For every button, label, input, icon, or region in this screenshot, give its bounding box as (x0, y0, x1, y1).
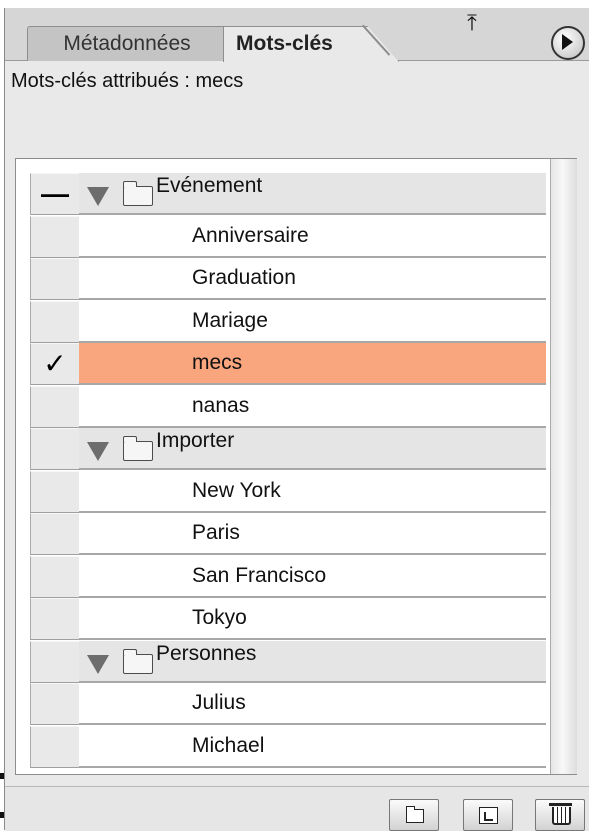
keywords-panel: Métadonnées Mots-clés ⤒ Mots-clés attrib… (4, 8, 589, 831)
keyword-group-row[interactable]: Importer (16, 428, 546, 470)
keyword-checkbox[interactable] (30, 385, 79, 428)
keyword-label: Julius (192, 691, 246, 714)
keyword-label-cell[interactable]: Personnes (79, 640, 546, 683)
keyword-label-cell[interactable]: Paris (79, 513, 546, 555)
keyword-checkbox[interactable] (30, 300, 79, 343)
new-keyword-button[interactable] (463, 799, 513, 831)
keyword-checkbox[interactable] (30, 215, 79, 258)
keyword-row[interactable]: Graduation (16, 258, 546, 300)
empty-check (31, 387, 79, 427)
keyword-label-cell[interactable]: San Francisco (79, 555, 546, 598)
disclosure-triangle-icon[interactable] (87, 654, 109, 674)
keyword-row[interactable]: San Francisco (16, 555, 546, 598)
keyword-label: nanas (192, 393, 250, 417)
empty-check (31, 429, 79, 469)
keyword-label-cell[interactable]: Graduation (79, 258, 546, 300)
keyword-checkbox[interactable] (30, 258, 79, 300)
keyword-label: New York (192, 478, 281, 502)
keyword-label-cell[interactable]: New York (79, 470, 546, 513)
keyword-label: Anniversaire (192, 223, 309, 247)
empty-check (31, 514, 79, 554)
keyword-row[interactable]: Paris (16, 513, 546, 555)
keyword-checkbox[interactable] (30, 428, 79, 470)
empty-check (31, 684, 79, 724)
tab-label: Métadonnées (63, 32, 191, 55)
panel-menu-button[interactable] (551, 26, 585, 60)
keyword-label: Paris (192, 521, 240, 544)
edge-mark (0, 773, 4, 779)
keyword-label-cell[interactable]: Tokyo (79, 598, 546, 640)
assigned-keywords-text: Mots-clés attribués : mecs (11, 70, 244, 92)
keyword-row[interactable]: ✓ mecs (16, 343, 546, 385)
keyword-row[interactable]: nanas (16, 385, 546, 428)
keyword-group-label: Evénement (156, 174, 263, 197)
keyword-label: mecs (192, 351, 243, 374)
check-mark-icon: ✓ (43, 348, 67, 379)
pin-icon[interactable]: ⤒ (457, 10, 487, 36)
empty-check (31, 472, 79, 512)
keyword-label-cell[interactable]: nanas (79, 385, 546, 428)
keyword-checkbox[interactable] (30, 725, 79, 768)
keyword-label-cell[interactable]: Anniversaire (79, 215, 546, 258)
empty-check (31, 217, 79, 257)
keyword-label-cell[interactable]: Julius (79, 683, 546, 725)
panel-tab-bar: Métadonnées Mots-clés ⤒ (5, 8, 589, 62)
keyword-group-label: Importer (156, 429, 235, 452)
edge-mark (0, 812, 4, 818)
keyword-group-row[interactable]: — Evénement (16, 173, 546, 215)
disclosure-triangle-icon[interactable] (87, 187, 109, 206)
new-folder-icon (406, 806, 424, 823)
tab-metadonnees[interactable]: Métadonnées (27, 26, 227, 61)
play-arrow-icon (562, 34, 573, 50)
keyword-checkbox[interactable] (30, 513, 79, 555)
keyword-label-cell[interactable]: Michael (79, 725, 546, 768)
keyword-label-cell[interactable]: Evénement (79, 173, 546, 215)
keyword-label: Mariage (192, 308, 268, 332)
keyword-checkbox[interactable] (30, 640, 79, 683)
check-mark-icon: — (41, 178, 69, 209)
new-keyword-set-button[interactable] (389, 799, 439, 831)
keyword-tree[interactable]: — Evénement Anniversaire Graduation Mariage ✓… (15, 158, 577, 775)
empty-check (31, 642, 79, 682)
keyword-group-row[interactable]: Personnes (16, 640, 546, 683)
keyword-checkbox[interactable] (30, 555, 79, 598)
empty-check (31, 259, 79, 299)
keyword-label: Michael (192, 733, 265, 757)
tab-mots-cles[interactable]: Mots-clés (223, 26, 399, 62)
keyword-label: Graduation (192, 266, 296, 289)
folder-icon (123, 181, 153, 206)
disclosure-triangle-icon[interactable] (87, 442, 109, 461)
keyword-label-cell[interactable]: Mariage (79, 300, 546, 343)
keyword-row[interactable]: New York (16, 470, 546, 513)
keyword-label: San Francisco (192, 563, 327, 587)
empty-check (31, 727, 79, 767)
keyword-checkbox[interactable] (30, 683, 79, 725)
keyword-row[interactable]: Michael (16, 725, 546, 768)
keyword-label-cell[interactable]: mecs (79, 343, 546, 385)
delete-keyword-button[interactable] (535, 799, 585, 831)
keyword-group-label: Personnes (156, 641, 257, 665)
empty-check (31, 302, 79, 342)
keyword-checkbox[interactable] (30, 598, 79, 640)
keyword-row[interactable]: Julius (16, 683, 546, 725)
empty-check (31, 557, 79, 597)
keyword-checkbox[interactable]: — (30, 173, 79, 215)
new-keyword-icon (479, 807, 498, 824)
keyword-checkbox[interactable] (30, 470, 79, 513)
folder-icon (123, 648, 153, 674)
keyword-checkbox[interactable]: ✓ (30, 343, 79, 385)
panel-footer (5, 786, 589, 831)
vertical-scrollbar[interactable] (550, 159, 577, 774)
keyword-row[interactable]: Tokyo (16, 598, 546, 640)
tab-label: Mots-clés (236, 32, 333, 55)
empty-check (31, 599, 79, 639)
keyword-row[interactable]: Mariage (16, 300, 546, 343)
keyword-label: Tokyo (192, 606, 247, 629)
folder-icon (123, 436, 153, 461)
trash-icon (549, 803, 572, 825)
keyword-label-cell[interactable]: Importer (79, 428, 546, 470)
keyword-row[interactable]: Anniversaire (16, 215, 546, 258)
